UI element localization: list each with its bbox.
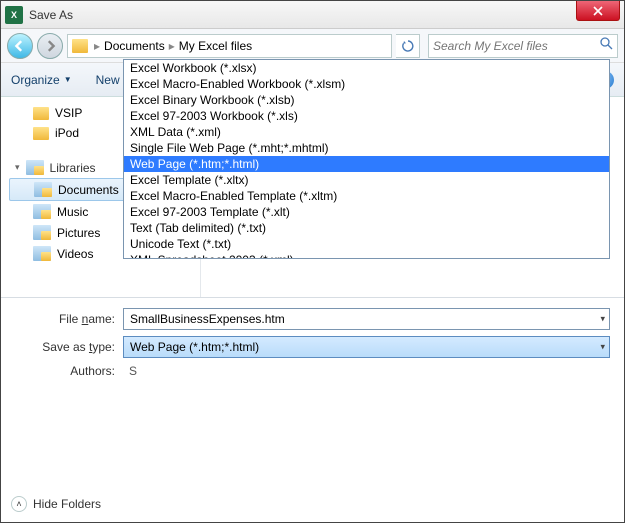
dropdown-option[interactable]: Single File Web Page (*.mht;*.mhtml) [124, 140, 609, 156]
library-icon [33, 204, 51, 219]
excel-icon: X [5, 6, 23, 24]
sidebar-item-label: Videos [57, 247, 93, 261]
chevron-down-icon: ▼ [64, 75, 72, 84]
organize-label: Organize [11, 73, 60, 87]
file-name-field[interactable]: SmallBusinessExpenses.htm ▾ [123, 308, 610, 330]
navbar: ▸ Documents ▸ My Excel files [1, 29, 624, 63]
organize-button[interactable]: Organize ▼ [11, 73, 72, 87]
dropdown-caret-icon[interactable]: ▾ [600, 314, 605, 325]
search-box[interactable] [428, 34, 618, 58]
dropdown-option[interactable]: Web Page (*.htm;*.html) [124, 156, 609, 172]
close-button[interactable] [576, 1, 620, 21]
library-icon [33, 246, 51, 261]
authors-value[interactable]: S [123, 364, 137, 378]
save-type-field[interactable]: Web Page (*.htm;*.html) ▾ [123, 336, 610, 358]
chevron-up-icon: ˄ [11, 496, 27, 512]
dropdown-option[interactable]: Text (Tab delimited) (*.txt) [124, 220, 609, 236]
sidebar-item-label: iPod [55, 126, 79, 140]
dropdown-option[interactable]: Excel Template (*.xltx) [124, 172, 609, 188]
dropdown-option[interactable]: Unicode Text (*.txt) [124, 236, 609, 252]
back-button[interactable] [7, 33, 33, 59]
dropdown-caret-icon[interactable]: ▾ [600, 342, 605, 353]
folder-icon [33, 107, 49, 120]
authors-label: Authors: [15, 364, 115, 378]
file-name-value[interactable]: SmallBusinessExpenses.htm [130, 312, 285, 326]
dropdown-option[interactable]: Excel Macro-Enabled Template (*.xltm) [124, 188, 609, 204]
breadcrumb[interactable]: ▸ Documents ▸ My Excel files [67, 34, 392, 58]
sidebar-item-label: Music [57, 205, 88, 219]
save-type-value[interactable]: Web Page (*.htm;*.html) [130, 340, 259, 354]
titlebar: X Save As [1, 1, 624, 29]
search-input[interactable] [433, 39, 599, 53]
dropdown-option[interactable]: Excel 97-2003 Template (*.xlt) [124, 204, 609, 220]
chevron-right-icon: ▸ [169, 39, 175, 53]
chevron-right-icon: ▸ [94, 39, 100, 53]
form-area: File name: SmallBusinessExpenses.htm ▾ S… [1, 297, 624, 392]
dropdown-option[interactable]: Excel Binary Workbook (*.xlsb) [124, 92, 609, 108]
save-type-label: Save as type: [15, 340, 115, 354]
libraries-icon [26, 160, 44, 175]
hide-folders-label: Hide Folders [33, 497, 101, 511]
dropdown-option[interactable]: XML Data (*.xml) [124, 124, 609, 140]
dropdown-option[interactable]: Excel Macro-Enabled Workbook (*.xlsm) [124, 76, 609, 92]
sidebar-item-label: Documents [58, 183, 119, 197]
dropdown-option[interactable]: XML Spreadsheet 2003 (*.xml) [124, 252, 609, 259]
expand-icon[interactable]: ▾ [15, 162, 20, 173]
sidebar-item-label: VSIP [55, 106, 82, 120]
breadcrumb-item[interactable]: Documents [104, 39, 165, 53]
file-name-label: File name: [15, 312, 115, 326]
window-title: Save As [29, 8, 620, 22]
libraries-label: Libraries [50, 161, 96, 175]
folder-icon [33, 127, 49, 140]
dropdown-option[interactable]: Excel 97-2003 Workbook (*.xls) [124, 108, 609, 124]
save-type-dropdown[interactable]: Excel Workbook (*.xlsx)Excel Macro-Enabl… [123, 59, 610, 259]
sidebar-item-label: Pictures [57, 226, 100, 240]
hide-folders-button[interactable]: ˄ Hide Folders [11, 496, 101, 512]
library-icon [33, 225, 51, 240]
library-icon [34, 182, 52, 197]
breadcrumb-item[interactable]: My Excel files [179, 39, 252, 53]
forward-button[interactable] [37, 33, 63, 59]
folder-icon [72, 39, 88, 53]
search-icon[interactable] [599, 36, 613, 55]
refresh-button[interactable] [396, 34, 420, 58]
dropdown-option[interactable]: Excel Workbook (*.xlsx) [124, 60, 609, 76]
